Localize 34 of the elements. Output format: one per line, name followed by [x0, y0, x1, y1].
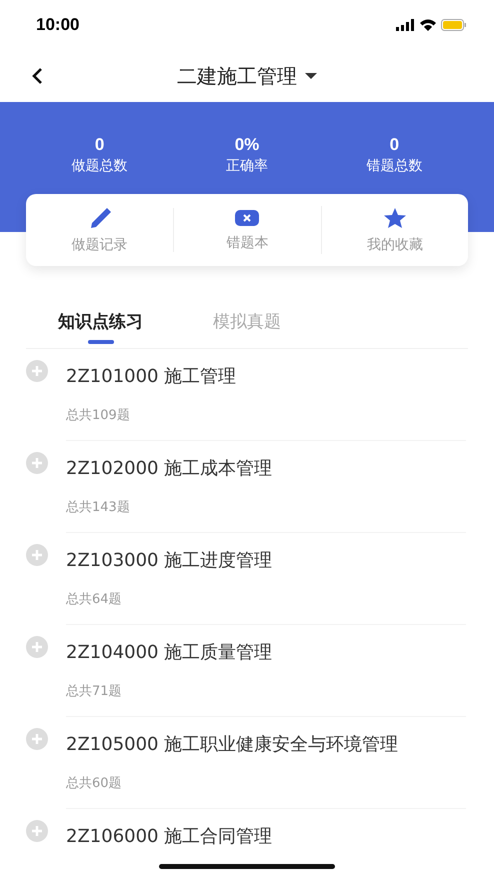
expand-icon[interactable] [26, 728, 48, 750]
topic-title[interactable]: 2Z104000 施工质量管理 [66, 641, 468, 680]
signal-icon [396, 19, 414, 31]
question-count: 总共64题 [66, 591, 122, 609]
question-count: 总共60题 [66, 775, 122, 793]
stat-value: 0 [390, 134, 400, 156]
expand-icon[interactable] [26, 544, 48, 566]
question-count: 总共143题 [66, 499, 130, 517]
star-icon [382, 206, 407, 230]
stat-value: 0% [234, 134, 260, 156]
page-title[interactable]: 二建施工管理 [177, 62, 297, 90]
topic-title[interactable]: 2Z103000 施工进度管理 [66, 549, 468, 588]
question-count: 总共109题 [66, 407, 130, 425]
dropdown-icon[interactable] [305, 72, 317, 80]
tab-indicator [88, 340, 114, 344]
topic-title[interactable]: 2Z105000 施工职业健康安全与环境管理 [66, 733, 468, 772]
battery-icon [441, 19, 466, 31]
topic-title[interactable]: 2Z106000 施工合同管理 [66, 825, 468, 848]
expand-icon[interactable] [26, 636, 48, 658]
wifi-icon [420, 20, 436, 31]
stat-label: 正确率 [226, 157, 268, 176]
stat-label: 错题总数 [366, 157, 422, 176]
question-count: 总共71题 [66, 683, 122, 701]
topic-title[interactable]: 2Z101000 施工管理 [66, 365, 468, 404]
topic-title[interactable]: 2Z102000 施工成本管理 [66, 457, 468, 496]
stat-label: 做题总数 [72, 157, 128, 176]
cross-icon [235, 208, 260, 228]
tab[interactable]: 知识点练习 [58, 306, 143, 336]
stat-value: 0 [94, 134, 104, 156]
expand-icon[interactable] [26, 452, 48, 474]
expand-icon[interactable] [26, 820, 48, 842]
home-indicator[interactable] [159, 864, 335, 869]
expand-icon[interactable] [26, 360, 48, 382]
status-time: 10:00 [36, 15, 80, 35]
